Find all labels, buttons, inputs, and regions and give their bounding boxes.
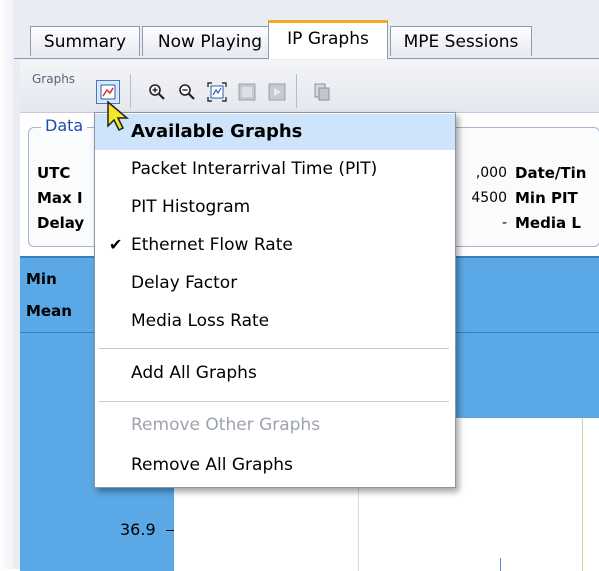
menu-item-label: Packet Interarrival Time (PIT) [131,159,378,179]
available-graphs-menu: Available Graphs Packet Interarrival Tim… [94,112,456,488]
delay-label: Delay [37,214,85,232]
check-icon: ✔ [109,235,123,254]
zoom-in-button[interactable] [146,81,168,103]
delay-value: - [501,215,507,231]
utc-value: ,000 [475,165,507,181]
window-edge [0,0,14,569]
zoom-fit-button[interactable] [206,81,228,103]
zoom-out-button[interactable] [176,81,198,103]
menu-item-delay-factor[interactable]: Delay Factor [95,264,455,302]
y-tick-label: 36.9 [120,520,156,539]
zoom-fit-icon [207,82,227,102]
print-button[interactable] [310,81,332,103]
zoom-in-icon [149,84,165,100]
menu-item-pit-histogram[interactable]: PIT Histogram [95,188,455,226]
zoom-out-icon [179,84,195,100]
menu-item-remove-other-graphs: Remove Other Graphs [131,415,321,435]
export-button[interactable] [266,81,288,103]
tab-now-playing[interactable]: Now Playing [142,26,278,56]
tab-summary[interactable]: Summary [30,26,140,56]
print-icon [314,83,330,101]
max-value: 4500 [471,190,507,206]
menu-item-label: PIT Histogram [131,197,251,217]
grid-line [582,418,583,571]
menu-item-ethernet-flow-rate[interactable]: ✔ Ethernet Flow Rate [95,226,455,264]
data-group-legend: Data [41,116,88,135]
pan-button[interactable] [236,81,258,103]
min-stat-label: Min [26,270,57,288]
export-icon [268,83,286,101]
menu-item-media-loss-rate[interactable]: Media Loss Rate [95,302,455,340]
max-label: Max I [37,189,83,207]
media-loss-label: Media L [515,214,581,232]
pan-icon [238,83,256,101]
menu-separator [99,348,449,349]
mean-stat-label: Mean [26,302,72,320]
tab-ip-graphs[interactable]: IP Graphs [268,20,388,59]
graphs-label: Graphs [32,72,76,86]
date-time-label: Date/Tin [515,164,587,182]
graph-menu-icon [100,84,116,100]
menu-item-remove-all-graphs[interactable]: Remove All Graphs [95,446,455,484]
data-trace [500,558,501,571]
tab-bar: Summary Now Playing IP Graphs MPE Sessio… [14,18,599,59]
min-pit-label: Min PIT [515,189,578,207]
menu-item-add-all-graphs[interactable]: Add All Graphs [95,354,455,392]
menu-item-label: Ethernet Flow Rate [131,235,293,255]
toolbar-separator [296,74,297,108]
y-tick-mark [166,530,174,531]
menu-separator [99,401,449,402]
menu-item-label: Media Loss Rate [131,311,270,331]
menu-header: Available Graphs [95,114,455,150]
tab-mpe-sessions[interactable]: MPE Sessions [390,26,532,56]
menu-item-label: Delay Factor [131,273,238,293]
utc-label: UTC [37,164,71,182]
menu-item-pit[interactable]: Packet Interarrival Time (PIT) [95,150,455,188]
mouse-pointer-icon [107,100,130,132]
